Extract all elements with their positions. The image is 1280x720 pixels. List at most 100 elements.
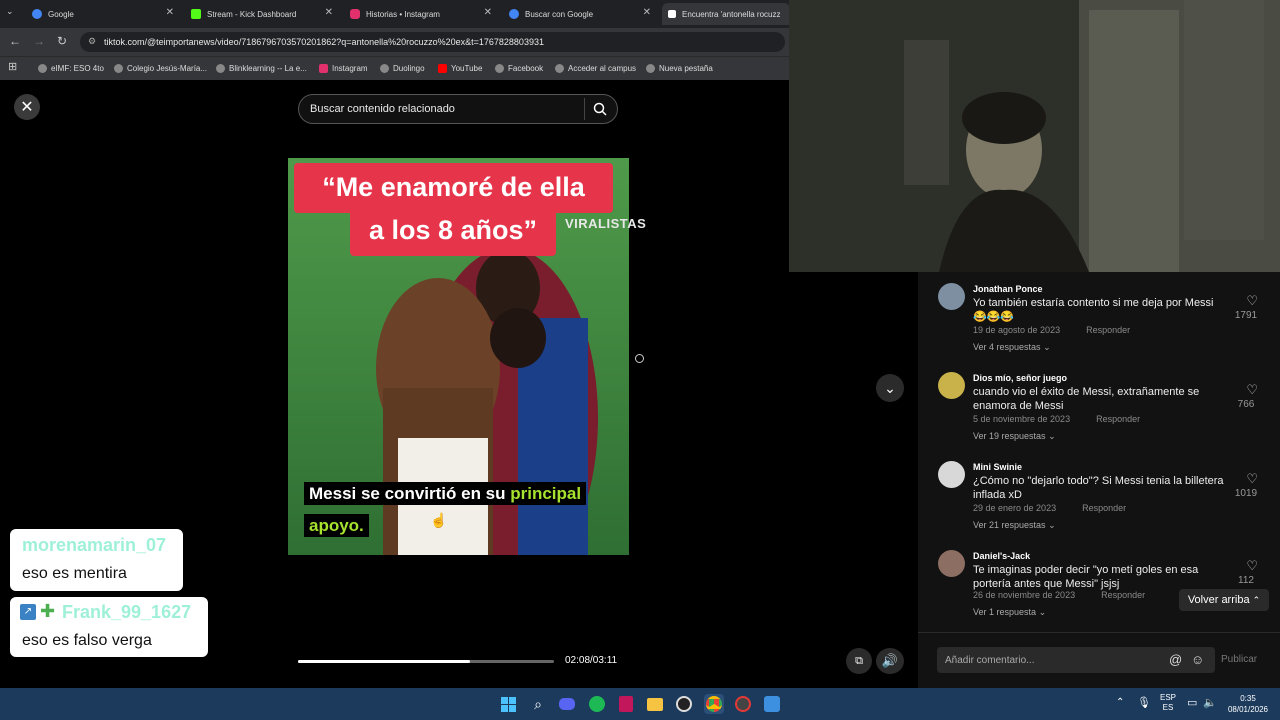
- comment-author[interactable]: Daniel's-Jack: [973, 551, 1030, 561]
- globe-icon: [555, 63, 564, 73]
- avatar[interactable]: [938, 283, 965, 310]
- comment-meta: 5 de noviembre de 2023 Responder: [973, 414, 1140, 424]
- search-taskbar-button[interactable]: ⌕: [528, 694, 548, 714]
- bookmark-label: Duolingo: [393, 63, 425, 73]
- heart-icon[interactable]: ♡: [1246, 558, 1258, 574]
- search-placeholder: Buscar contenido relacionado: [310, 103, 455, 115]
- comment-author[interactable]: Mini Swinie: [973, 462, 1022, 472]
- bookmark-duolingo[interactable]: Duolingo: [380, 60, 425, 76]
- tab-title: Historias • Instagram: [366, 9, 440, 19]
- view-replies-button[interactable]: Ver 19 respuestas ⌄: [973, 431, 1056, 442]
- reply-button[interactable]: Responder: [1082, 503, 1126, 513]
- bookmark-nueva-pestana[interactable]: Nueva pestaña: [646, 60, 713, 76]
- address-bar[interactable]: ⚙ tiktok.com/@teimportanews/video/718679…: [80, 32, 785, 52]
- chat-message: ↗ ✚ Frank_99_1627 eso es falso verga: [10, 597, 208, 657]
- bookmark-blinklearning[interactable]: Blinklearning -- La e...: [216, 60, 307, 76]
- emoji-icon[interactable]: ☺: [1191, 652, 1204, 667]
- video-title-banner: “Me enamoré de ella: [294, 163, 613, 213]
- microphone-icon[interactable]: 🎙: [1137, 696, 1151, 709]
- volume-button[interactable]: 🔊: [876, 648, 904, 674]
- comment-author[interactable]: Jonathan Ponce: [973, 284, 1043, 294]
- view-replies-label: Ver 4 respuestas: [973, 342, 1041, 352]
- mention-icon[interactable]: @: [1169, 652, 1182, 667]
- chevron-down-icon: ⌄: [1043, 342, 1051, 352]
- view-replies-button[interactable]: Ver 4 respuestas ⌄: [973, 342, 1051, 353]
- like-count: 1791: [1234, 310, 1258, 321]
- forward-icon[interactable]: →: [33, 34, 45, 48]
- bookmark-eimf[interactable]: eIMF: ESO 4to: [38, 60, 104, 76]
- reply-button[interactable]: Responder: [1086, 325, 1130, 335]
- close-icon[interactable]: ✕: [325, 7, 333, 18]
- avatar[interactable]: [938, 550, 965, 577]
- search-icon: ⌕: [534, 695, 542, 712]
- language-indicator[interactable]: ESP ES: [1160, 693, 1176, 713]
- back-icon[interactable]: ←: [9, 34, 21, 48]
- network-icon[interactable]: ▭: [1187, 696, 1197, 709]
- like-count: 766: [1237, 399, 1255, 410]
- tab-buscar-google[interactable]: Buscar con Google ✕: [503, 3, 657, 25]
- spotify-taskbar-button[interactable]: [587, 694, 607, 714]
- badge-icon: ↗: [20, 604, 36, 620]
- volume-icon[interactable]: 🔈: [1203, 696, 1217, 709]
- app2-icon: [735, 696, 751, 712]
- close-icon[interactable]: ✕: [484, 7, 492, 18]
- publish-button[interactable]: Publicar: [1221, 654, 1257, 665]
- close-video-button[interactable]: ✕: [14, 94, 40, 120]
- related-search-input[interactable]: Buscar contenido relacionado: [298, 94, 618, 124]
- comment-input[interactable]: Añadir comentario... @ ☺: [937, 647, 1215, 673]
- chevron-down-icon: ⌄: [1048, 520, 1056, 530]
- bookmark-facebook[interactable]: Facebook: [495, 60, 543, 76]
- cursor-dot-icon: [635, 354, 644, 363]
- app3-taskbar-button[interactable]: [762, 694, 782, 714]
- tab-google[interactable]: Google ✕: [26, 3, 180, 25]
- reload-icon[interactable]: ↻: [57, 34, 67, 48]
- apps-grid-icon[interactable]: ⊞: [8, 60, 17, 73]
- chrome-taskbar-button[interactable]: [704, 694, 724, 714]
- heart-icon[interactable]: ♡: [1246, 471, 1258, 487]
- kick-icon: [191, 9, 201, 19]
- reply-button[interactable]: Responder: [1101, 590, 1145, 600]
- discord-taskbar-button[interactable]: [557, 694, 577, 714]
- heart-icon[interactable]: ♡: [1246, 293, 1258, 309]
- view-replies-button[interactable]: Ver 1 respuesta ⌄: [973, 607, 1046, 618]
- pip-button[interactable]: ⧉: [846, 648, 872, 674]
- avatar[interactable]: [938, 372, 965, 399]
- system-clock[interactable]: 0:35 08/01/2026: [1224, 693, 1272, 715]
- app3-icon: [764, 696, 780, 712]
- bookmark-instagram[interactable]: Instagram: [319, 60, 368, 76]
- comment-date: 29 de enero de 2023: [973, 503, 1057, 513]
- comment-author[interactable]: Dios mío, señor juego: [973, 373, 1067, 383]
- close-icon: ✕: [20, 99, 34, 116]
- tab-kick[interactable]: Stream - Kick Dashboard ✕: [185, 3, 339, 25]
- heart-icon[interactable]: ♡: [1246, 382, 1258, 398]
- obs-taskbar-button[interactable]: [674, 694, 694, 714]
- tab-tiktok[interactable]: Encuentra 'antonella rocuzz: [662, 3, 790, 25]
- site-info-icon[interactable]: ⚙: [88, 36, 96, 47]
- explorer-taskbar-button[interactable]: [645, 694, 665, 714]
- bookmark-label: Blinklearning -- La e...: [229, 63, 307, 73]
- view-replies-button[interactable]: Ver 21 respuestas ⌄: [973, 520, 1056, 531]
- google-icon: [32, 9, 42, 19]
- comment-item: Daniel's-Jack Te imaginas poder decir "y…: [938, 544, 1268, 624]
- instagram-icon: [319, 63, 328, 73]
- next-video-button[interactable]: ⌄: [876, 374, 904, 402]
- bookmark-colegio[interactable]: Colegio Jesús-María...: [114, 60, 207, 76]
- search-button[interactable]: [584, 98, 614, 120]
- bookmark-campus[interactable]: Acceder al campus: [555, 60, 636, 76]
- youtube-icon: [438, 63, 447, 73]
- close-icon[interactable]: ✕: [643, 7, 651, 18]
- tray-chevron-icon[interactable]: ⌃: [1116, 697, 1124, 708]
- avatar[interactable]: [938, 461, 965, 488]
- close-icon[interactable]: ✕: [166, 7, 174, 18]
- tab-search-chevron-icon[interactable]: ⌄: [6, 6, 14, 17]
- bookmark-youtube[interactable]: YouTube: [438, 60, 482, 76]
- tab-instagram[interactable]: Historias • Instagram ✕: [344, 3, 498, 25]
- app-taskbar-button[interactable]: [616, 694, 636, 714]
- globe-icon: [495, 63, 504, 73]
- tab-title: Stream - Kick Dashboard: [207, 9, 297, 19]
- back-to-top-button[interactable]: Volver arriba ⌃: [1179, 589, 1269, 611]
- start-button[interactable]: [498, 694, 518, 714]
- app2-taskbar-button[interactable]: [733, 694, 753, 714]
- video-subtitle: Messi se convirtió en su principal apoyo…: [304, 478, 587, 542]
- reply-button[interactable]: Responder: [1096, 414, 1140, 424]
